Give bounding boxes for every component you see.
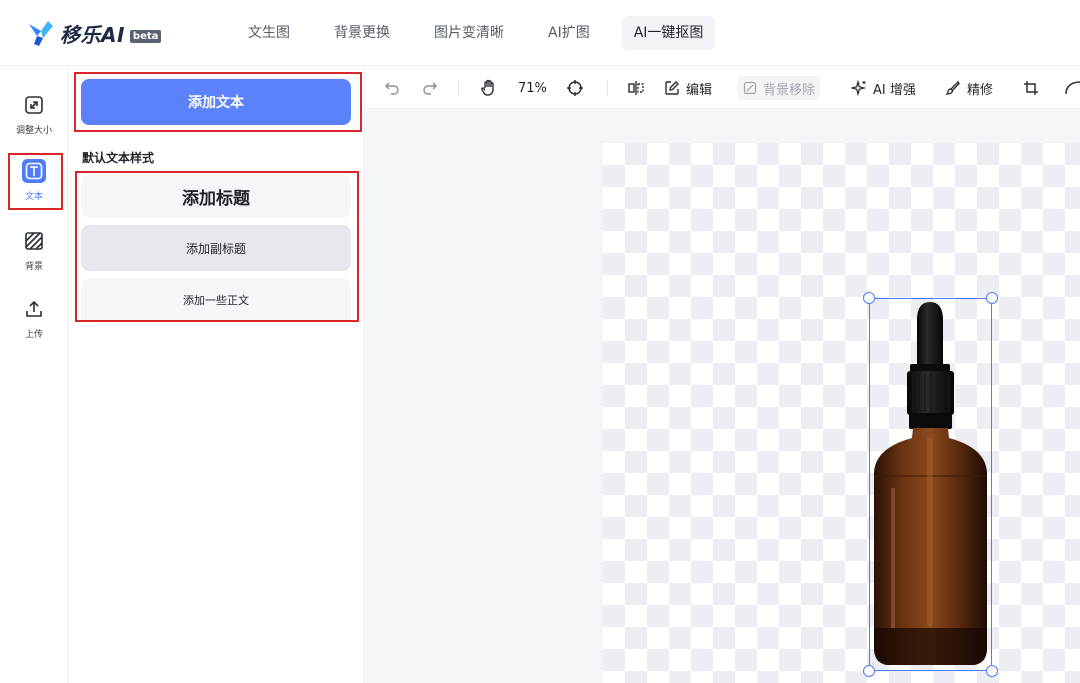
top-nav: 文生图 背景更换 图片变清晰 AI扩图 AI一键抠图: [236, 16, 735, 50]
edit-icon: [665, 81, 679, 95]
fit-center-button[interactable]: [566, 67, 584, 109]
toolbar-divider: [607, 80, 608, 96]
text-icon: [22, 159, 46, 183]
resize-handle-bottom-left[interactable]: [863, 665, 875, 677]
zoom-level[interactable]: 71%: [518, 67, 547, 109]
rail-item-text[interactable]: 文本: [0, 159, 68, 219]
flip-button[interactable]: [627, 67, 645, 109]
remove-background-label: 背景移除: [763, 82, 816, 98]
ai-enhance-label: AI 增强: [873, 82, 916, 98]
background-icon: [22, 229, 46, 253]
logo-mark-icon: [29, 21, 53, 46]
refine-label: 精修: [967, 82, 994, 98]
selection-box[interactable]: [869, 298, 992, 671]
crosshair-icon: [567, 80, 583, 96]
hand-icon: [481, 79, 494, 96]
resize-handle-top-right[interactable]: [986, 292, 998, 304]
pan-button[interactable]: [480, 67, 498, 109]
flip-icon: [628, 81, 644, 95]
text-panel: 添加文本 默认文本样式 添加标题 添加副标题 添加一些正文: [69, 67, 365, 683]
curve-icon: [1065, 81, 1080, 95]
brand-logo[interactable]: 移乐AI beta: [26, 18, 162, 48]
rail-item-upload[interactable]: 上传: [0, 297, 68, 357]
nav-background-replace[interactable]: 背景更换: [322, 16, 402, 50]
rail-label-resize: 调整大小: [15, 126, 52, 136]
resize-handle-top-left[interactable]: [863, 292, 875, 304]
curve-tool-button[interactable]: [1064, 67, 1080, 109]
rail-label-background: 背景: [24, 262, 43, 272]
default-text-styles-title: 默认文本样式: [82, 151, 155, 165]
edit-label: 编辑: [686, 82, 713, 98]
crop-icon: [1024, 81, 1038, 95]
add-body-text-button[interactable]: 添加一些正文: [81, 278, 351, 322]
add-heading-button[interactable]: 添加标题: [81, 174, 351, 218]
redo-icon: [423, 82, 437, 95]
top-header: 移乐AI beta 文生图 背景更换 图片变清晰 AI扩图 AI一键抠图: [0, 0, 1080, 66]
add-text-button[interactable]: 添加文本: [81, 79, 351, 125]
edit-button[interactable]: 编辑: [664, 67, 712, 109]
nav-image-sharpen[interactable]: 图片变清晰: [422, 16, 516, 50]
sparkle-icon: [851, 80, 867, 96]
add-subheading-button[interactable]: 添加副标题: [81, 225, 351, 271]
beta-badge: beta: [129, 29, 162, 43]
undo-button[interactable]: [384, 67, 400, 109]
rail-label-upload: 上传: [24, 330, 43, 340]
editor-toolbar: 71% 编辑 背景移除 AI 增强 精修: [366, 67, 1080, 109]
rail-label-text: 文本: [24, 192, 43, 202]
resize-icon: [22, 93, 46, 117]
ai-enhance-button[interactable]: AI 增强: [851, 67, 916, 109]
upload-icon: [22, 297, 46, 321]
tool-rail: 调整大小 文本 背景 上传: [0, 67, 68, 683]
rail-item-resize[interactable]: 调整大小: [0, 93, 68, 153]
redo-button[interactable]: [422, 67, 438, 109]
nav-text-to-image[interactable]: 文生图: [236, 16, 302, 50]
brand-name: 移乐AI: [60, 22, 125, 47]
undo-icon: [385, 82, 399, 95]
crop-button[interactable]: [1023, 67, 1039, 109]
editor-canvas[interactable]: [366, 110, 1080, 683]
resize-handle-bottom-right[interactable]: [986, 665, 998, 677]
eraser-icon: [743, 81, 757, 95]
transparent-artboard[interactable]: [603, 143, 1080, 683]
remove-background-button[interactable]: 背景移除: [738, 76, 821, 100]
rail-item-background[interactable]: 背景: [0, 229, 68, 289]
nav-ai-cutout[interactable]: AI一键抠图: [621, 16, 716, 50]
brush-icon: [945, 80, 960, 95]
refine-button[interactable]: 精修: [945, 67, 993, 109]
toolbar-divider: [458, 80, 459, 96]
nav-ai-expand[interactable]: AI扩图: [536, 16, 602, 50]
